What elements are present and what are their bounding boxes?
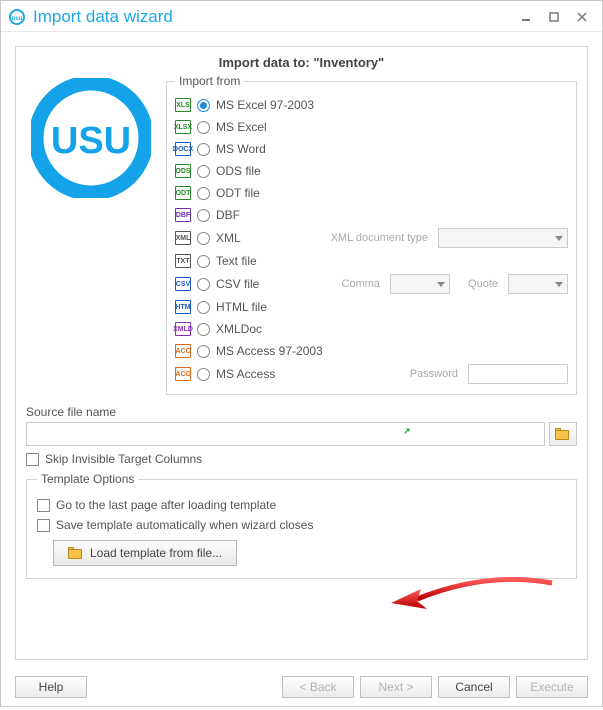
page-title: Import data to: "Inventory": [26, 53, 577, 74]
folder-open-icon: [68, 547, 84, 559]
folder-open-icon: ↗: [555, 428, 571, 440]
format-option[interactable]: XLS MS Excel 97-2003: [175, 94, 568, 116]
checkbox-icon: [37, 519, 50, 532]
minimize-button[interactable]: [514, 7, 538, 27]
format-extra-label: Comma: [342, 278, 381, 290]
format-option[interactable]: DBF DBF: [175, 204, 568, 226]
format-option[interactable]: XMLD XMLDoc: [175, 318, 568, 340]
back-button[interactable]: < Back: [282, 676, 354, 698]
filetype-icon: ODT: [175, 186, 191, 200]
format-label: MS Excel 97-2003: [216, 98, 314, 112]
format-option[interactable]: CSV CSV file Comma Quote: [175, 272, 568, 296]
skip-invisible-label: Skip Invisible Target Columns: [45, 452, 202, 466]
filetype-icon: HTM: [175, 300, 191, 314]
template-save-checkbox[interactable]: Save template automatically when wizard …: [37, 518, 566, 532]
wizard-button-row: Help < Back Next > Cancel Execute: [1, 668, 602, 710]
radio-icon: [197, 278, 210, 291]
template-options-group: Template Options Go to the last page aft…: [26, 472, 577, 579]
radio-icon: [197, 255, 210, 268]
format-label: ODS file: [216, 164, 261, 178]
template-options-legend: Template Options: [37, 472, 138, 486]
format-label: DBF: [216, 208, 240, 222]
filetype-icon: CSV: [175, 277, 191, 291]
format-label: ODT file: [216, 186, 260, 200]
format-option[interactable]: ACC MS Access 97-2003: [175, 340, 568, 362]
browse-button[interactable]: ↗: [549, 422, 577, 446]
format-extra-label: XML document type: [331, 232, 428, 244]
radio-icon: [197, 323, 210, 336]
format-label: XML: [216, 231, 241, 245]
format-option[interactable]: ODT ODT file: [175, 182, 568, 204]
wizard-window: usu Import data wizard Import data to: "…: [0, 0, 603, 707]
filetype-icon: TXT: [175, 254, 191, 268]
close-button[interactable]: [570, 7, 594, 27]
filetype-icon: ODS: [175, 164, 191, 178]
svg-text:usu: usu: [12, 16, 23, 22]
format-option[interactable]: HTM HTML file: [175, 296, 568, 318]
import-from-legend: Import from: [175, 74, 244, 88]
csv-quote-combo[interactable]: [508, 274, 568, 294]
format-label: HTML file: [216, 300, 267, 314]
format-option[interactable]: ACC MS Access Password: [175, 362, 568, 386]
radio-icon: [197, 301, 210, 314]
format-extra-label: Password: [410, 368, 458, 380]
cancel-button[interactable]: Cancel: [438, 676, 510, 698]
format-label: CSV file: [216, 277, 259, 291]
xml-doctype-combo[interactable]: [438, 228, 568, 248]
format-option[interactable]: XLSX MS Excel: [175, 116, 568, 138]
filetype-icon: XLS: [175, 98, 191, 112]
svg-text:USU: USU: [51, 120, 131, 162]
window-title: Import data wizard: [33, 7, 510, 27]
checkbox-icon: [37, 499, 50, 512]
format-option[interactable]: TXT Text file: [175, 250, 568, 272]
access-password-input[interactable]: [468, 364, 568, 384]
format-label: MS Word: [216, 142, 266, 156]
load-template-button[interactable]: Load template from file...: [53, 540, 237, 566]
import-from-group: Import from XLS MS Excel 97-2003 XLSX MS Ex…: [166, 74, 577, 395]
template-goto-checkbox[interactable]: Go to the last page after loading templa…: [37, 498, 566, 512]
filetype-icon: DOCX: [175, 142, 191, 156]
radio-icon: [197, 165, 210, 178]
format-label: MS Excel: [216, 120, 267, 134]
format-option[interactable]: ODS ODS file: [175, 160, 568, 182]
format-label: Text file: [216, 254, 257, 268]
annotation-arrow-icon: [387, 577, 557, 617]
format-label: MS Access 97-2003: [216, 344, 323, 358]
filetype-icon: ACC: [175, 344, 191, 358]
format-label: MS Access: [216, 367, 275, 381]
format-label: XMLDoc: [216, 322, 262, 336]
filetype-icon: XMLD: [175, 322, 191, 336]
filetype-icon: ACC: [175, 367, 191, 381]
csv-comma-combo[interactable]: [390, 274, 450, 294]
titlebar: usu Import data wizard: [1, 1, 602, 32]
radio-icon: [197, 209, 210, 222]
skip-invisible-checkbox[interactable]: Skip Invisible Target Columns: [26, 452, 577, 466]
radio-icon: [197, 99, 210, 112]
help-button[interactable]: Help: [15, 676, 87, 698]
execute-button[interactable]: Execute: [516, 676, 588, 698]
app-icon: usu: [9, 9, 25, 25]
format-extra-label: Quote: [468, 278, 498, 290]
template-save-label: Save template automatically when wizard …: [56, 518, 313, 532]
template-goto-label: Go to the last page after loading templa…: [56, 498, 276, 512]
radio-icon: [197, 345, 210, 358]
checkbox-icon: [26, 453, 39, 466]
radio-icon: [197, 368, 210, 381]
format-option[interactable]: XML XML XML document type: [175, 226, 568, 250]
filetype-icon: DBF: [175, 208, 191, 222]
radio-icon: [197, 143, 210, 156]
filetype-icon: XLSX: [175, 120, 191, 134]
maximize-button[interactable]: [542, 7, 566, 27]
radio-icon: [197, 232, 210, 245]
filetype-icon: XML: [175, 231, 191, 245]
radio-icon: [197, 121, 210, 134]
radio-icon: [197, 187, 210, 200]
load-template-label: Load template from file...: [90, 546, 222, 560]
source-file-label: Source file name: [26, 405, 577, 419]
next-button[interactable]: Next >: [360, 676, 432, 698]
format-option[interactable]: DOCX MS Word: [175, 138, 568, 160]
source-file-input[interactable]: [26, 422, 545, 446]
wizard-page: Import data to: "Inventory" USU Import f…: [15, 46, 588, 660]
usu-logo: USU: [31, 78, 151, 198]
